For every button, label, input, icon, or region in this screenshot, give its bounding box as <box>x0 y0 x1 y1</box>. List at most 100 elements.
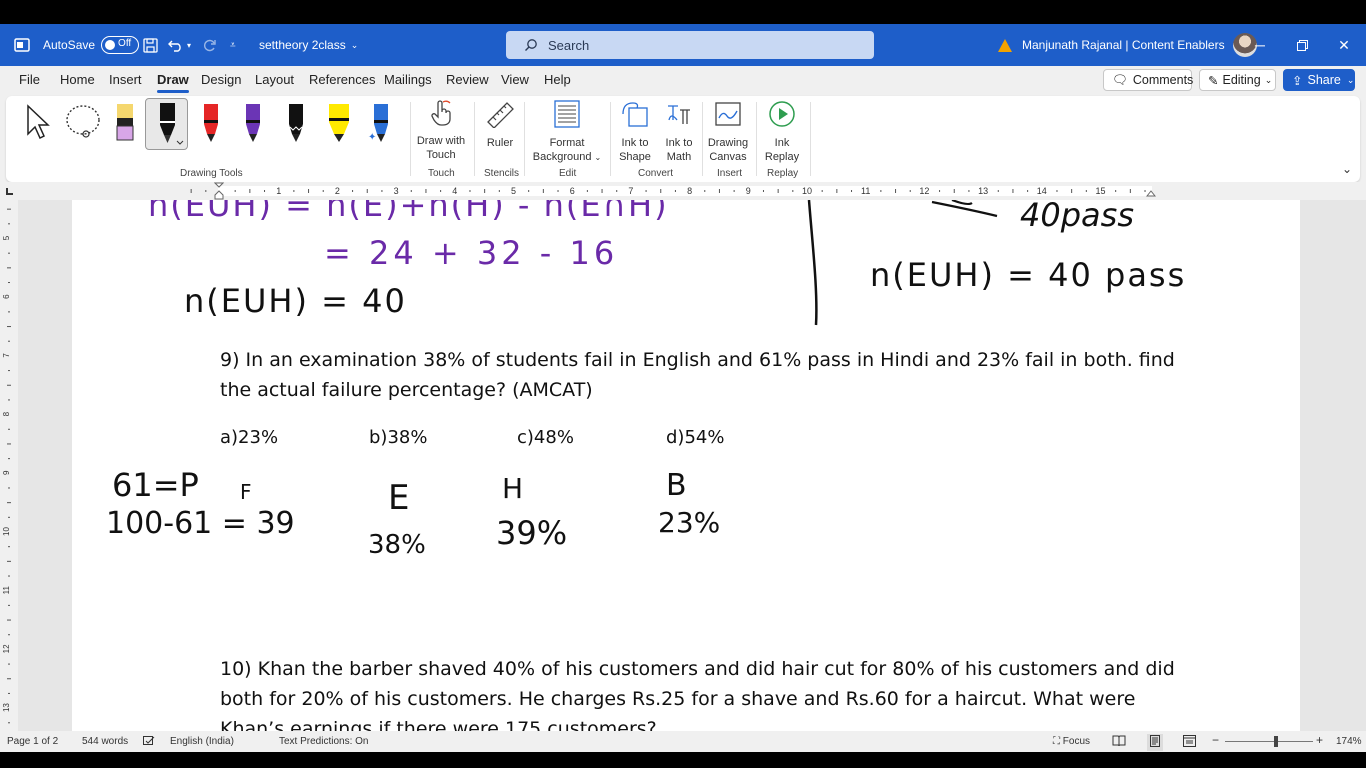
ink-h-label: H <box>502 472 524 505</box>
ribbon-tabs: File Home Insert Draw Design Layout Refe… <box>0 66 1366 96</box>
vruler-tick <box>7 326 11 328</box>
tab-file[interactable]: File <box>19 72 40 87</box>
comments-button[interactable]: 🗨 Comments <box>1103 69 1194 91</box>
indent-marker-icon[interactable] <box>213 182 225 202</box>
read-mode-icon[interactable] <box>1112 735 1126 750</box>
ink-replay-button[interactable]: Ink Replay <box>760 100 804 164</box>
editing-button[interactable]: ✎ Editing ⌄ <box>1199 69 1276 91</box>
pencil-icon: ✎ <box>1208 73 1219 88</box>
collapse-ribbon-icon[interactable]: ⌄ <box>1342 162 1352 176</box>
zoom-level[interactable]: 174% <box>1336 736 1362 747</box>
touch-hand-icon <box>431 100 451 126</box>
right-indent-marker-icon[interactable] <box>1145 187 1157 199</box>
comments-label: Comments <box>1132 73 1194 87</box>
proofing-icon[interactable] <box>143 736 155 750</box>
lasso-select-icon[interactable] <box>64 104 104 145</box>
tab-help[interactable]: Help <box>544 72 571 87</box>
zoom-in-icon[interactable]: + <box>1316 733 1323 747</box>
ruler-number: 8 <box>687 186 692 196</box>
draw-with-touch-button[interactable]: Draw with Touch <box>414 100 468 162</box>
ruler-tick <box>190 189 192 193</box>
print-layout-icon[interactable] <box>1147 734 1163 751</box>
tab-review[interactable]: Review <box>446 72 489 87</box>
tab-design[interactable]: Design <box>201 72 241 87</box>
ruler-tick <box>1129 189 1131 193</box>
group-separator <box>410 102 411 176</box>
autosave-toggle[interactable]: Off <box>101 36 140 54</box>
pen-galaxy-icon[interactable]: ✦ <box>368 102 392 147</box>
document-page[interactable]: n(EUH) = n(E)+n(H) - n(E∩H) = 24 + 32 - … <box>72 200 1300 731</box>
ruler-tick <box>1012 189 1014 193</box>
ruler-tick <box>264 190 266 192</box>
ruler-tick <box>205 190 207 192</box>
account-area[interactable]: Manjunath Rajanal | Content Enablers <box>998 24 1257 66</box>
format-background-button[interactable]: Format Background ⌄ <box>530 100 604 165</box>
tab-references[interactable]: References <box>309 72 375 87</box>
tab-home[interactable]: Home <box>60 72 95 87</box>
web-layout-icon[interactable] <box>1183 735 1196 750</box>
pen-red-icon[interactable] <box>200 102 222 147</box>
vruler-tick <box>7 267 11 269</box>
undo-dropdown-icon[interactable]: ▾ <box>187 41 191 50</box>
word-count[interactable]: 544 words <box>82 736 128 747</box>
ruler-tick <box>484 189 486 193</box>
zoom-slider[interactable] <box>1225 736 1313 747</box>
tab-mailings[interactable]: Mailings <box>384 72 432 87</box>
undo-icon[interactable]: ▾ <box>168 24 191 66</box>
text-predictions[interactable]: Text Predictions: On <box>279 736 368 747</box>
highlighter-yellow-icon[interactable] <box>326 102 352 147</box>
ruler-number: 10 <box>802 186 812 196</box>
pen-black-selected-icon[interactable] <box>145 98 188 150</box>
document-name[interactable]: settheory 2class ⌄ <box>259 24 358 66</box>
group-label-drawing-tools: Drawing Tools <box>180 168 243 179</box>
ink-p-eq: 61=P <box>112 466 199 504</box>
tab-layout[interactable]: Layout <box>255 72 294 87</box>
tab-insert[interactable]: Insert <box>109 72 142 87</box>
zoom-slider-thumb[interactable] <box>1274 736 1278 747</box>
ink-replay-label-2: Replay <box>764 151 800 163</box>
ruler-tick <box>880 190 882 192</box>
vruler-tick <box>7 502 11 504</box>
redo-icon[interactable] <box>202 24 217 66</box>
user-name: Manjunath Rajanal | Content Enablers <box>1022 38 1225 52</box>
language[interactable]: English (India) <box>170 736 234 747</box>
page-count[interactable]: Page 1 of 2 <box>7 736 58 747</box>
focus-button[interactable]: ⛶ Focus <box>1053 736 1090 747</box>
save-icon[interactable] <box>143 24 158 66</box>
drawing-canvas-button[interactable]: Drawing Canvas <box>706 100 750 164</box>
ink-b-label: B <box>666 468 687 503</box>
ink-right-line2: n(EUH) = 40 pass <box>870 256 1187 294</box>
restore-icon[interactable] <box>1280 24 1324 66</box>
pen-purple-icon[interactable] <box>242 102 264 147</box>
ruler-tick <box>498 190 500 192</box>
ruler-button[interactable]: Ruler <box>480 100 520 150</box>
ruler-tick <box>704 190 706 192</box>
editing-label: Editing <box>1222 73 1261 87</box>
search-box[interactable]: Search <box>506 31 874 59</box>
highlighter-pink-icon[interactable] <box>114 102 136 145</box>
ruler-number: 11 <box>861 186 870 196</box>
option-d: d)54% <box>666 427 725 448</box>
chevron-down-icon: ⌄ <box>350 39 359 50</box>
vruler-tick <box>8 516 10 518</box>
ruler-number: 3 <box>394 186 399 196</box>
minimize-icon[interactable]: ─ <box>1238 24 1282 66</box>
tab-draw[interactable]: Draw <box>157 72 189 93</box>
search-placeholder: Search <box>548 37 590 53</box>
vruler-tick <box>7 678 11 680</box>
ruler-number: 12 <box>919 186 929 196</box>
tab-view[interactable]: View <box>501 72 529 87</box>
vruler-tick <box>8 282 10 284</box>
format-background-label-2-wrap: Background ⌄ <box>530 150 604 165</box>
pen-black-icon[interactable] <box>285 102 307 147</box>
select-arrow-icon[interactable] <box>24 104 52 143</box>
ink-to-math-button[interactable]: Ink to Math <box>660 100 698 164</box>
ink-to-shape-button[interactable]: Ink to Shape <box>616 100 654 164</box>
close-icon[interactable]: ✕ <box>1322 24 1366 66</box>
autosave-control[interactable]: AutoSave Off <box>43 24 140 66</box>
share-button[interactable]: ⇪ Share ⌄ <box>1283 69 1355 91</box>
option-b: b)38% <box>369 427 428 448</box>
zoom-out-icon[interactable]: − <box>1212 733 1219 747</box>
customize-toolbar-icon[interactable]: ⩡ <box>230 24 236 66</box>
ruler-number: 13 <box>978 186 988 196</box>
